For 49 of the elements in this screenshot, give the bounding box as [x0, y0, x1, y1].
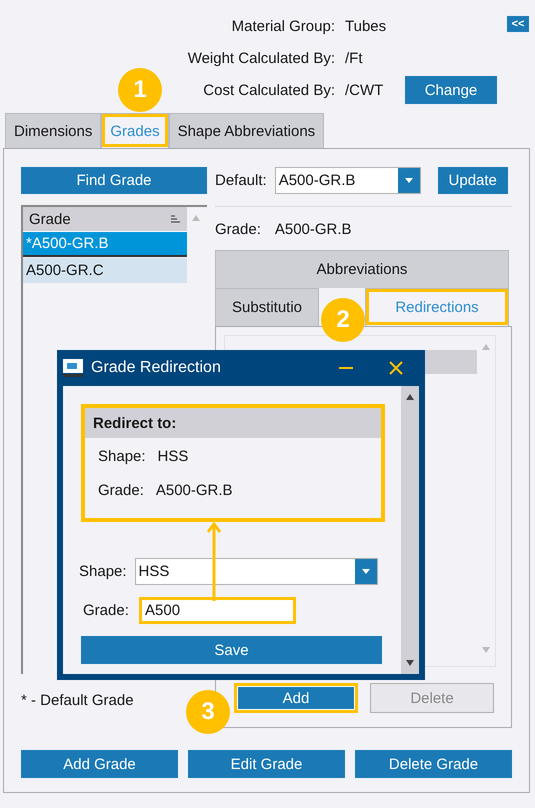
- app-icon: [63, 359, 83, 377]
- tab[interactable]: Dimensions: [5, 113, 102, 148]
- shape-dropdown[interactable]: HSS: [134, 558, 378, 585]
- step-badge: 2: [321, 298, 365, 342]
- grade-row[interactable]: A500-GR.C: [23, 258, 187, 283]
- grade-action-button[interactable]: Edit Grade: [188, 750, 345, 778]
- summary-value: HSS: [158, 448, 188, 467]
- save-button[interactable]: Save: [81, 636, 382, 664]
- tab[interactable]: Shape Abbreviations: [168, 113, 324, 148]
- grade-action-button[interactable]: Delete Grade: [355, 750, 512, 778]
- grade-row[interactable]: *A500-GR.B: [23, 232, 187, 257]
- field-value: /Ft: [345, 50, 364, 66]
- footnote: * - Default Grade: [21, 690, 135, 710]
- tab[interactable]: Substitutio: [215, 288, 319, 326]
- close-icon: [389, 361, 403, 375]
- sort-icon: [171, 214, 181, 224]
- update-button[interactable]: Update: [438, 167, 508, 194]
- field-value: /CWT: [345, 82, 384, 98]
- add-button[interactable]: Add: [234, 683, 358, 713]
- grade-label: Grade:: [83, 602, 130, 619]
- summary-heading: Redirect to:: [85, 408, 381, 438]
- column-header[interactable]: Grade: [23, 207, 187, 232]
- collapse-button[interactable]: <<: [507, 16, 529, 32]
- field-label: Weight Calculated By:: [188, 50, 335, 66]
- default-grade-dropdown[interactable]: A500-GR.B: [274, 167, 421, 194]
- find-grade-button[interactable]: Find Grade: [21, 167, 207, 194]
- tab[interactable]: Grades: [101, 113, 169, 148]
- field-label: Material Group:: [230, 18, 335, 34]
- summary-value: A500-GR.B: [156, 482, 233, 501]
- grade-label: Grade:: [215, 221, 261, 238]
- change-button[interactable]: Change: [405, 76, 497, 104]
- minimize-icon: [339, 367, 353, 369]
- grade-input[interactable]: A500: [139, 597, 296, 624]
- grade-action-button[interactable]: Add Grade: [21, 750, 178, 778]
- grade-value: A500-GR.B: [274, 221, 352, 238]
- shape-label: Shape:: [79, 563, 127, 580]
- dropdown-caret-icon: [404, 178, 413, 183]
- field-value: Tubes: [345, 18, 388, 34]
- scrollbar[interactable]: [401, 386, 419, 674]
- dialog-title: Grade Redirection: [91, 359, 222, 377]
- tab[interactable]: Redirections: [365, 288, 509, 326]
- tab[interactable]: Abbreviations: [215, 250, 509, 288]
- summary-label: Grade:: [98, 482, 144, 501]
- default-label: Default:: [215, 172, 267, 189]
- step-badge: 1: [118, 68, 162, 112]
- field-label: Cost Calculated By:: [202, 82, 335, 98]
- summary-label: Shape:: [98, 448, 146, 467]
- step-badge: 3: [186, 690, 230, 734]
- dropdown-caret-icon: [362, 569, 370, 574]
